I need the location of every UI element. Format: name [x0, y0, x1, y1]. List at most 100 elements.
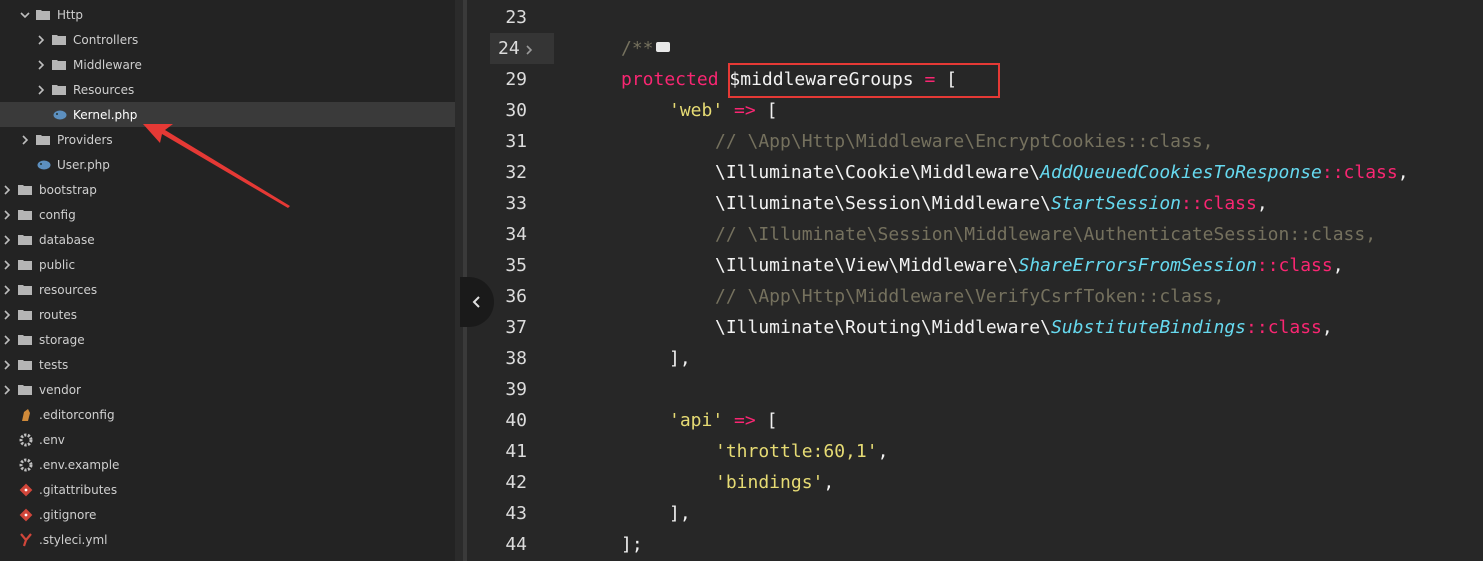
chevron-right-icon[interactable] — [0, 358, 14, 372]
tree-item-database[interactable]: database — [0, 227, 455, 252]
tree-item-label: .editorconfig — [39, 407, 115, 422]
string-bindings: 'bindings' — [715, 472, 824, 493]
folder-icon — [52, 34, 66, 45]
chevron-right-icon[interactable] — [0, 258, 14, 272]
tree-item-label: .styleci.yml — [39, 532, 108, 547]
git-icon — [18, 507, 34, 523]
tree-item-label: Http — [57, 7, 84, 22]
tree-item-label: resources — [39, 282, 98, 297]
keyword-protected: protected — [621, 69, 719, 90]
chevron-right-icon[interactable] — [34, 83, 48, 97]
code-line-24: /** — [621, 33, 670, 64]
line-number: 23 — [467, 2, 527, 33]
tree-item-user-php[interactable]: User.php — [0, 152, 455, 177]
tree-item-env-example[interactable]: .env.example — [0, 452, 455, 477]
line-number-text: 23 — [505, 7, 527, 28]
tree-item-resources[interactable]: resources — [0, 277, 455, 302]
comment: // \Illuminate\Session\Middleware\Authen… — [715, 224, 1377, 245]
tree-item-tests[interactable]: tests — [0, 352, 455, 377]
variable-middleware-groups: $middlewareGroups — [729, 69, 914, 90]
line-number-text: 42 — [505, 472, 527, 493]
line-number-text: 36 — [505, 286, 527, 307]
chevron-right-icon[interactable] — [34, 58, 48, 72]
code-editor[interactable]: /** protected $middlewareGroups = [ 'web… — [575, 0, 1483, 561]
tree-item-gitignore[interactable]: .gitignore — [0, 502, 455, 527]
chevron-right-icon[interactable] — [0, 283, 14, 297]
chevron-right-icon[interactable] — [0, 308, 14, 322]
code-line-29: protected $middlewareGroups = [ — [621, 64, 957, 95]
chevron-right-icon[interactable] — [0, 333, 14, 347]
line-number-text: 41 — [505, 441, 527, 462]
tree-item-resources[interactable]: Resources — [0, 77, 455, 102]
tree-item-label: Controllers — [73, 32, 139, 47]
tree-item-env[interactable]: .env — [0, 427, 455, 452]
php-elephant-icon — [52, 107, 68, 123]
gear-icon — [18, 432, 34, 448]
code-line-38: ], — [669, 343, 691, 374]
code-line-42: 'bindings', — [715, 467, 834, 498]
line-number-text: 38 — [505, 348, 527, 369]
tree-item-label: tests — [39, 357, 69, 372]
chevron-right-icon[interactable] — [0, 208, 14, 222]
tree-item-middleware[interactable]: Middleware — [0, 52, 455, 77]
class-name: SubstituteBindings — [1050, 317, 1247, 338]
chevron-right-icon[interactable] — [18, 133, 32, 147]
tree-item-label: bootstrap — [39, 182, 97, 197]
folder-icon — [18, 209, 32, 220]
tree-item-label: Providers — [57, 132, 113, 147]
tree-item-providers[interactable]: Providers — [0, 127, 455, 152]
line-number-text: 32 — [505, 162, 527, 183]
folder-icon — [36, 9, 50, 20]
tree-item-routes[interactable]: routes — [0, 302, 455, 327]
tree-item-http[interactable]: Http — [0, 2, 455, 27]
tree-item-storage[interactable]: storage — [0, 327, 455, 352]
comment: // \App\Http\Middleware\EncryptCookies::… — [715, 131, 1214, 152]
chevron-right-icon[interactable] — [0, 233, 14, 247]
punct: , — [1321, 317, 1333, 338]
fold-expand-chevron-icon[interactable] — [526, 42, 533, 58]
folder-icon — [52, 84, 66, 95]
line-number-text: 34 — [505, 224, 527, 245]
tree-item-public[interactable]: public — [0, 252, 455, 277]
tree-item-label: Middleware — [73, 57, 142, 72]
punct: , — [823, 472, 835, 493]
class-constant: ::class — [1321, 162, 1398, 183]
punct: , — [1397, 162, 1409, 183]
line-number-text: 39 — [505, 379, 527, 400]
line-number-text: 35 — [505, 255, 527, 276]
tree-item-config[interactable]: config — [0, 202, 455, 227]
tree-item-kernel-php[interactable]: Kernel.php — [0, 102, 455, 127]
folded-code-ellipsis-icon[interactable] — [655, 42, 670, 52]
bracket-open: [ — [766, 100, 778, 121]
tree-item-styleci-yml[interactable]: .styleci.yml — [0, 527, 455, 552]
folder-icon — [18, 184, 32, 195]
code-line-43: ], — [669, 498, 691, 529]
punct: , — [1332, 255, 1344, 276]
chevron-right-icon[interactable] — [0, 383, 14, 397]
tree-item-gitattributes[interactable]: .gitattributes — [0, 477, 455, 502]
string-web: 'web' — [669, 100, 724, 121]
operator-arrow: => — [734, 100, 756, 121]
punct: , — [1256, 193, 1268, 214]
line-number-text: 30 — [505, 100, 527, 121]
bracket-close: ], — [669, 503, 691, 524]
punct: , — [877, 441, 889, 462]
tree-item-label: Resources — [73, 82, 135, 97]
operator-arrow: => — [734, 410, 756, 431]
chevron-right-icon[interactable] — [0, 183, 14, 197]
chevron-down-icon[interactable] — [18, 8, 32, 22]
tree-item-bootstrap[interactable]: bootstrap — [0, 177, 455, 202]
chevron-right-icon[interactable] — [34, 33, 48, 47]
tree-item-controllers[interactable]: Controllers — [0, 27, 455, 52]
line-number-text: 37 — [505, 317, 527, 338]
line-number: 42 — [467, 467, 527, 498]
tree-item-label: storage — [39, 332, 85, 347]
bracket-close: ], — [669, 348, 691, 369]
line-number-text: 31 — [505, 131, 527, 152]
tree-item-label: public — [39, 257, 76, 272]
line-number: 41 — [467, 436, 527, 467]
tree-item-vendor[interactable]: vendor — [0, 377, 455, 402]
tree-item-label: Kernel.php — [73, 107, 138, 122]
line-number: 30 — [467, 95, 527, 126]
tree-item-editorconfig[interactable]: .editorconfig — [0, 402, 455, 427]
